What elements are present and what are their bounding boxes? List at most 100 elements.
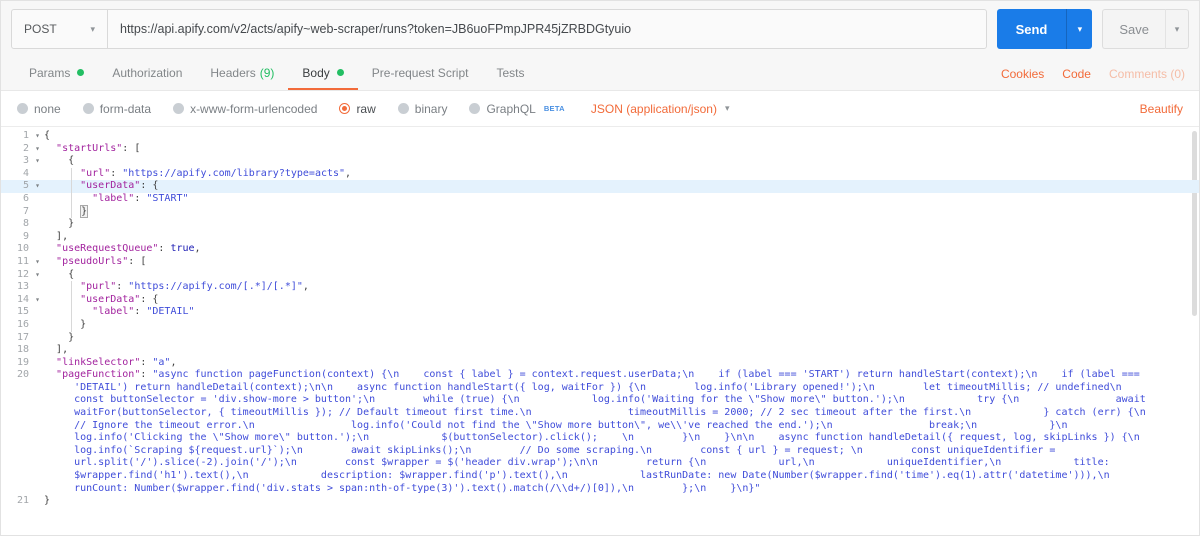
bodytype-none[interactable]: none — [17, 102, 61, 116]
line-number: 5 — [22, 180, 29, 192]
code-line[interactable]: 14 ▾ "userData": { — [1, 293, 1199, 307]
option-label: form-data — [99, 101, 152, 116]
code-text: "url": "https://apify.com/library?type=a… — [80, 167, 352, 179]
chevron-down-icon: ▾ — [1174, 23, 1180, 34]
code-line[interactable]: 4 "url": "https://apify.com/library?type… — [1, 167, 1199, 181]
code-text: "purl": "https://apify.com/[.*]/[.*]", — [80, 281, 309, 293]
code-line[interactable]: 7 } — [1, 204, 1199, 219]
tab-right-links: Cookies Code Comments (0) — [1001, 57, 1185, 90]
content-type-value: JSON (application/json) — [590, 101, 717, 116]
code-line[interactable]: 20 "pageFunction": "async function pageF… — [1, 369, 1199, 495]
code-line[interactable]: 16 } — [1, 318, 1199, 332]
url-input[interactable]: https://api.apify.com/v2/acts/apify~web-… — [108, 10, 986, 48]
code-text: { — [44, 155, 75, 167]
code-line[interactable]: 17 } — [1, 332, 1199, 345]
fold-gutter-spacer — [31, 332, 44, 345]
postman-request-window: POST ▾ https://api.apify.com/v2/acts/api… — [0, 0, 1200, 536]
fold-gutter-spacer — [31, 231, 44, 244]
radio-icon — [17, 103, 28, 114]
tab-headers[interactable]: Headers (9) — [196, 57, 288, 90]
bodytype-form-data[interactable]: form-data — [82, 101, 152, 116]
radio-icon — [82, 103, 94, 114]
fold-gutter-spacer — [31, 495, 44, 508]
save-button-group: Save ▾ — [1102, 9, 1189, 49]
code-line[interactable]: 19 "linkSelector": "a", — [1, 357, 1199, 370]
bodytype-graphql[interactable]: GraphQL BETA — [469, 102, 565, 116]
cookies-link[interactable]: Cookies — [1001, 67, 1044, 81]
code-link[interactable]: Code — [1062, 67, 1091, 81]
code-line[interactable]: 12 ▾ { — [1, 269, 1199, 282]
code-editor[interactable]: 1 ▾{2 ▾ "startUrls": [3 ▾ {4 "url": "https:… — [1, 127, 1199, 535]
fold-arrow-icon[interactable]: ▾ — [31, 155, 44, 168]
code-line[interactable]: 9 ], — [1, 231, 1199, 244]
beta-badge: BETA — [543, 104, 565, 113]
code-line[interactable]: 8 } — [1, 218, 1199, 231]
tab-pre-request-script[interactable]: Pre-request Script — [358, 57, 483, 90]
fold-arrow-icon[interactable]: ▾ — [31, 180, 44, 193]
code-text: "userData": { — [80, 180, 159, 192]
code-text: "label": "DETAIL" — [92, 306, 195, 318]
line-number: 11 — [16, 255, 29, 267]
line-number: 1 — [22, 130, 29, 141]
code-line[interactable]: 2 ▾ "startUrls": [ — [1, 143, 1199, 156]
headers-count: (9) — [259, 65, 275, 80]
code-line[interactable]: 6 "label": "START" — [1, 192, 1199, 206]
radio-selected-icon — [339, 103, 351, 114]
bodytype-x-www-form-urlencoded[interactable]: x-www-form-urlencoded — [173, 102, 317, 116]
code-text: "linkSelector": "a", — [56, 356, 177, 368]
indent-guide — [71, 167, 73, 181]
method-value: POST — [24, 22, 57, 36]
line-number: 6 — [22, 192, 29, 204]
code-line[interactable]: 21} — [1, 495, 1199, 508]
green-dot-icon — [77, 69, 85, 76]
tab-params[interactable]: Params — [15, 57, 98, 90]
fold-gutter-spacer — [31, 193, 44, 206]
fold-arrow-icon[interactable]: ▾ — [31, 256, 44, 269]
save-options-caret[interactable]: ▾ — [1165, 9, 1189, 49]
code-line[interactable]: 5 ▾ "userData": { — [1, 180, 1199, 193]
content-type-select[interactable]: JSON (application/json) ▾ — [591, 102, 730, 116]
beautify-link[interactable]: Beautify — [1140, 102, 1183, 116]
line-number: 21 — [16, 495, 29, 507]
fold-arrow-icon[interactable]: ▾ — [31, 130, 44, 143]
tab-authorization[interactable]: Authorization — [98, 57, 196, 90]
method-select[interactable]: POST ▾ — [12, 10, 108, 48]
request-tabs: Params Authorization Headers (9) Body Pr… — [1, 57, 1199, 91]
save-button[interactable]: Save — [1102, 9, 1165, 49]
comments-link[interactable]: Comments (0) — [1109, 67, 1185, 81]
code-line[interactable]: 18 ], — [1, 344, 1199, 357]
code-text: } — [44, 331, 75, 343]
line-number: 13 — [16, 281, 29, 293]
line-number: 15 — [16, 306, 29, 318]
line-number: 3 — [22, 155, 29, 167]
code-text: } — [44, 495, 51, 507]
green-dot-icon — [336, 69, 344, 76]
send-label: Send — [1015, 21, 1048, 37]
tab-tests[interactable]: Tests — [482, 57, 538, 90]
code-line[interactable]: 15 "label": "DETAIL" — [1, 306, 1199, 319]
fold-gutter-spacer — [31, 218, 44, 231]
send-button[interactable]: Send — [996, 9, 1067, 49]
code-line[interactable]: 1 ▾{ — [1, 130, 1199, 143]
fold-arrow-icon[interactable]: ▾ — [31, 294, 44, 307]
code-text: "pseudoUrls": [ — [56, 255, 147, 267]
code-line[interactable]: 3 ▾ { — [1, 155, 1199, 168]
indent-guide — [71, 180, 73, 193]
code-line[interactable]: 10 "useRequestQueue": true, — [1, 243, 1199, 256]
bodytype-raw[interactable]: raw — [339, 102, 376, 116]
address-group: POST ▾ https://api.apify.com/v2/acts/api… — [11, 9, 987, 49]
code-text: "startUrls": [ — [56, 142, 141, 154]
fold-arrow-icon[interactable]: ▾ — [31, 143, 44, 156]
code-text: "useRequestQueue": true, — [56, 243, 201, 255]
send-options-caret[interactable]: ▾ — [1066, 9, 1093, 49]
line-number: 17 — [16, 331, 29, 343]
line-number: 19 — [16, 356, 29, 368]
code-line[interactable]: 13 "purl": "https://apify.com/[.*]/[.*]"… — [1, 281, 1199, 294]
code-text: "label": "START" — [92, 192, 189, 204]
line-number: 9 — [22, 230, 29, 242]
bodytype-binary[interactable]: binary — [397, 102, 447, 116]
code-line[interactable]: 11 ▾ "pseudoUrls": [ — [1, 256, 1199, 269]
fold-gutter-spacer — [31, 306, 44, 319]
fold-arrow-icon[interactable]: ▾ — [31, 269, 44, 282]
tab-body[interactable]: Body — [288, 57, 358, 90]
